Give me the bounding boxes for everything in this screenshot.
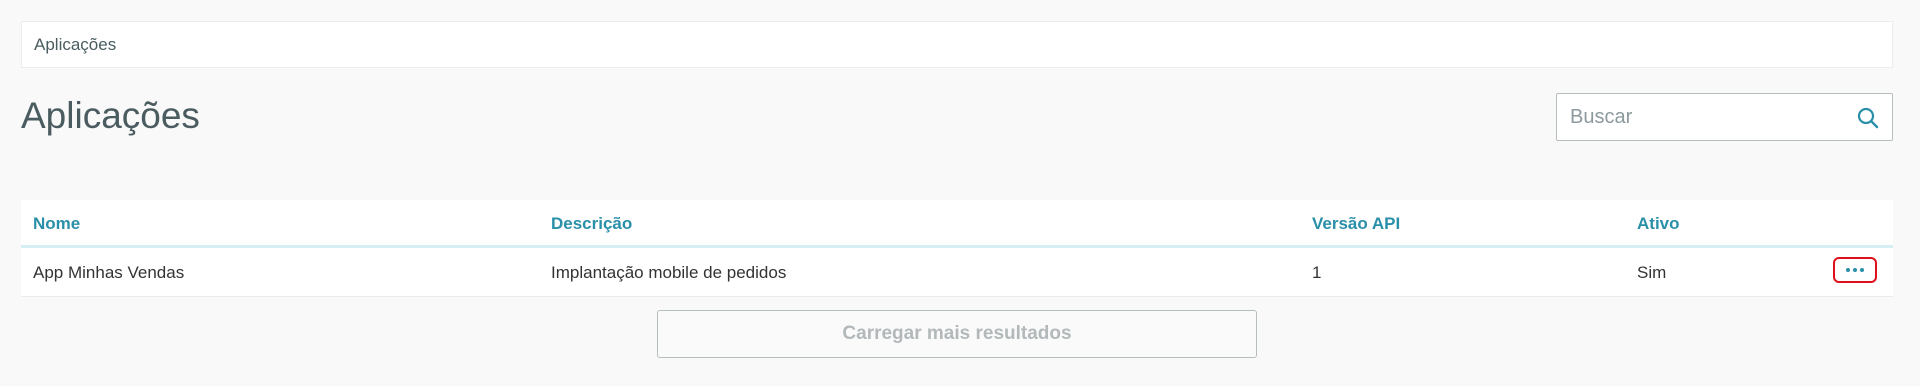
- column-header-versao-api[interactable]: Versão API: [1312, 214, 1400, 234]
- cell-versao-api: 1: [1312, 263, 1322, 282]
- column-header-descricao[interactable]: Descrição: [551, 214, 632, 234]
- load-more-button[interactable]: Carregar mais resultados: [657, 310, 1257, 358]
- page-title: Aplicações: [21, 95, 200, 136]
- search-input[interactable]: [1557, 93, 1852, 141]
- column-header-ativo[interactable]: Ativo: [1637, 214, 1680, 234]
- search-box: [1556, 93, 1893, 141]
- applications-table: Nome Descrição Versão API Ativo App Minh…: [21, 200, 1893, 297]
- table-header: Nome Descrição Versão API Ativo: [21, 200, 1893, 248]
- search-icon[interactable]: [1856, 106, 1880, 130]
- cell-descricao: Implantação mobile de pedidos: [551, 263, 787, 282]
- breadcrumb-item-aplicacoes[interactable]: Aplicações: [34, 35, 116, 55]
- cell-ativo: Sim: [1637, 263, 1667, 282]
- more-horizontal-icon: [1846, 268, 1850, 272]
- table-row[interactable]: App Minhas Vendas Implantação mobile de …: [21, 248, 1893, 297]
- cell-nome: App Minhas Vendas: [33, 263, 185, 282]
- column-header-nome[interactable]: Nome: [33, 214, 80, 234]
- breadcrumb: Aplicações: [21, 21, 1893, 68]
- row-actions-button[interactable]: [1833, 257, 1877, 283]
